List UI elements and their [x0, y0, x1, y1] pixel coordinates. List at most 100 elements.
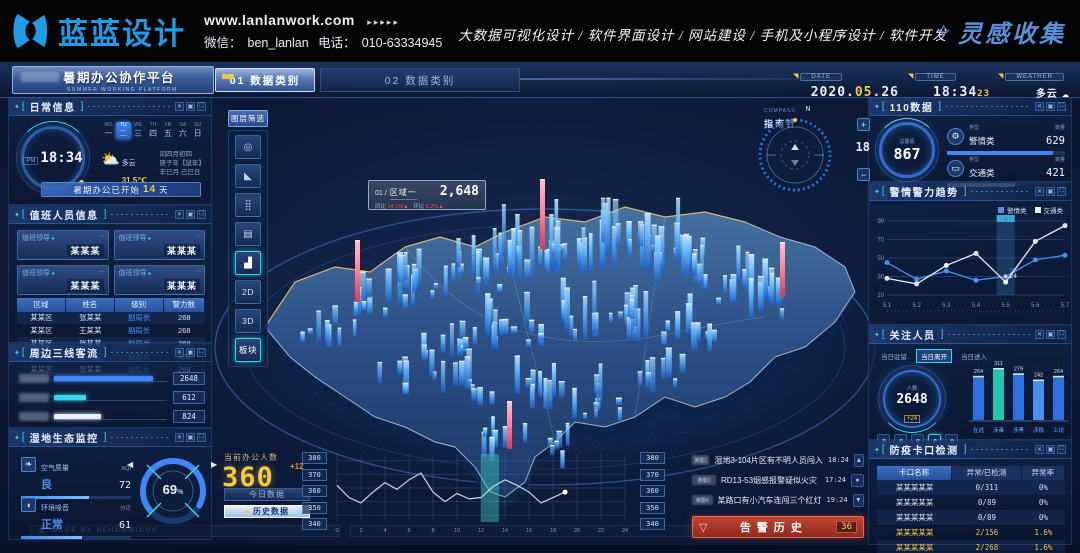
alert-row[interactable]: 类型1湿地3-104片区有不明人员闯入18:24▲: [692, 452, 864, 468]
expand-icon[interactable]: ⛶: [197, 348, 206, 357]
close-icon[interactable]: ✕: [1035, 187, 1044, 196]
svg-text:30: 30: [877, 275, 884, 281]
table-row[interactable]: 某某区王某某副局长268: [17, 324, 205, 337]
expand-icon[interactable]: ⛶: [1057, 445, 1066, 454]
table-row[interactable]: 某某某某某0/890%: [877, 510, 1065, 525]
checkpoint-name: 某某某某某: [877, 482, 952, 493]
lunar-line: 庚子年【鼠年】: [160, 159, 206, 168]
window-icon[interactable]: ▣: [186, 210, 195, 219]
yaxis-tick-box: 350: [640, 502, 665, 514]
window-icon[interactable]: ▣: [1046, 445, 1055, 454]
layer-button-2D[interactable]: 2D: [235, 280, 261, 304]
lunar-line: 辛巳月 己巳日: [160, 168, 206, 177]
window-icon[interactable]: ▣: [186, 348, 195, 357]
more-icon[interactable]: ⋯: [195, 268, 201, 275]
expand-icon[interactable]: ⛶: [1057, 102, 1066, 111]
duty-leader-card[interactable]: 值班领导 ▸⋯某某某: [17, 265, 109, 295]
expand-icon[interactable]: ⛶: [197, 433, 206, 442]
alert-time: 17:24: [825, 476, 846, 484]
panel-title: 关注人员: [890, 327, 936, 342]
duty-leader-card[interactable]: 值班领导 ▸⋯某某某: [114, 230, 206, 260]
alert-marker-icon[interactable]: ●: [851, 474, 864, 487]
column-header[interactable]: 警力数: [164, 298, 205, 312]
detected-count: 0/89: [952, 498, 1022, 507]
column-header[interactable]: 姓名: [66, 298, 115, 312]
radar-icon[interactable]: ◣: [235, 164, 261, 188]
window-icon[interactable]: ▣: [186, 102, 195, 111]
history-data-button[interactable]: 历史数据: [224, 505, 310, 518]
building-icon[interactable]: ▤: [235, 222, 261, 246]
svg-text:10: 10: [877, 293, 884, 299]
camera-icon[interactable]: ◎: [235, 135, 261, 159]
tab-data-category-01[interactable]: 01 数据类别: [215, 68, 315, 92]
more-icon[interactable]: ⋯: [99, 233, 105, 240]
bar-chart-icon[interactable]: ▟: [235, 251, 261, 275]
column-header[interactable]: 区域: [17, 298, 66, 312]
close-icon[interactable]: ✕: [175, 210, 184, 219]
more-icon[interactable]: ⋯: [195, 233, 201, 240]
window-icon[interactable]: ▣: [1046, 187, 1055, 196]
window-icon[interactable]: ▣: [1046, 102, 1055, 111]
noise-item: ◖ 分贝61 环境噪音 正常: [21, 497, 131, 539]
phone-value: 010-63334945: [362, 36, 443, 50]
window-icon[interactable]: ▣: [1046, 330, 1055, 339]
column-header[interactable]: 级别: [115, 298, 164, 312]
today-data-button[interactable]: 今日数据: [224, 488, 310, 501]
column-header[interactable]: 卡口名称: [877, 466, 952, 480]
table-row[interactable]: 某某某某某2/2681.6%: [877, 540, 1065, 553]
svg-text:70: 70: [877, 238, 884, 244]
expand-icon[interactable]: ⛶: [1057, 330, 1066, 339]
svg-text:24: 24: [622, 528, 628, 534]
air-status: 良: [41, 479, 52, 491]
close-icon[interactable]: ✕: [175, 102, 184, 111]
table-row[interactable]: 某某区张某某副局长268: [17, 311, 205, 324]
alert-marker-icon[interactable]: ▼: [853, 494, 864, 507]
website-link[interactable]: www.lanlanwork.com: [204, 12, 355, 28]
layer-filter-title: 图层筛选: [228, 110, 268, 127]
svg-text:⌄: ⌄: [1004, 216, 1008, 222]
layer-button-板块[interactable]: 板块: [235, 338, 261, 362]
tab-data-category-02[interactable]: 02 数据类别: [320, 68, 520, 92]
table-row[interactable]: 某某某某某0/3110%: [877, 480, 1065, 495]
grid-icon[interactable]: ⣿: [235, 193, 261, 217]
humidity-gauge: 69%: [137, 455, 209, 527]
focus-tab-当日离开[interactable]: 当日离开: [916, 349, 952, 363]
table-row[interactable]: 某某某某某0/890%: [877, 495, 1065, 510]
compass-dial[interactable]: [756, 116, 834, 194]
svg-text:20: 20: [574, 528, 580, 534]
column-header[interactable]: 异常率: [1022, 466, 1065, 480]
gauge-right-arrow[interactable]: ▶: [211, 460, 217, 469]
expand-icon[interactable]: ⛶: [1057, 187, 1066, 196]
alert-row[interactable]: 类型2RD13-53烟感报警疑似火灾17:24●: [692, 472, 864, 488]
close-icon[interactable]: ✕: [1035, 330, 1044, 339]
more-icon[interactable]: ⋯: [99, 268, 105, 275]
close-icon[interactable]: ✕: [1035, 445, 1044, 454]
analog-clock: PM18:34: [21, 126, 85, 190]
alert-row[interactable]: 类型4某路口有小汽车连闯三个红灯19:24▼: [692, 492, 864, 508]
close-icon[interactable]: ✕: [1035, 102, 1044, 111]
svg-text:5.1: 5.1: [883, 303, 892, 309]
focus-tab-当日驻留[interactable]: 当日驻留: [877, 350, 911, 362]
column-header[interactable]: 异常/已检测: [952, 466, 1022, 480]
expand-icon[interactable]: ⛶: [197, 102, 206, 111]
window-icon[interactable]: ▣: [186, 433, 195, 442]
expand-icon[interactable]: ⛶: [197, 210, 206, 219]
duty-leader-card[interactable]: 值班领导 ▸⋯某某某: [114, 265, 206, 295]
layer-button-3D[interactable]: 3D: [235, 309, 261, 333]
logo-text: 蓝蓝设计: [58, 9, 186, 53]
alert-history-button[interactable]: ▽ 告警历史 36: [692, 516, 864, 538]
office-yaxis-right: 380370360350340: [640, 452, 665, 530]
panel-daily-info: ✦[日常信息] ✕▣⛶ PM18:34 MO一TU二WE三TH四FR五SA六SU…: [8, 97, 212, 205]
alert-marker-icon[interactable]: ▲: [854, 454, 864, 467]
table-row[interactable]: 某某某某某2/1561.6%: [877, 525, 1065, 540]
zoom-out-button[interactable]: −: [857, 168, 870, 181]
gauge-left-arrow[interactable]: ◀: [127, 460, 133, 469]
noise-value: 61: [119, 520, 131, 531]
duty-leader-card[interactable]: 值班领导 ▸⋯某某某: [17, 230, 109, 260]
zoom-in-button[interactable]: +: [857, 118, 870, 131]
svg-text:5.7: 5.7: [1061, 303, 1070, 309]
close-icon[interactable]: ✕: [175, 348, 184, 357]
svg-text:上访: 上访: [1053, 426, 1065, 434]
incident-count: 421: [1046, 167, 1065, 179]
close-icon[interactable]: ✕: [175, 433, 184, 442]
